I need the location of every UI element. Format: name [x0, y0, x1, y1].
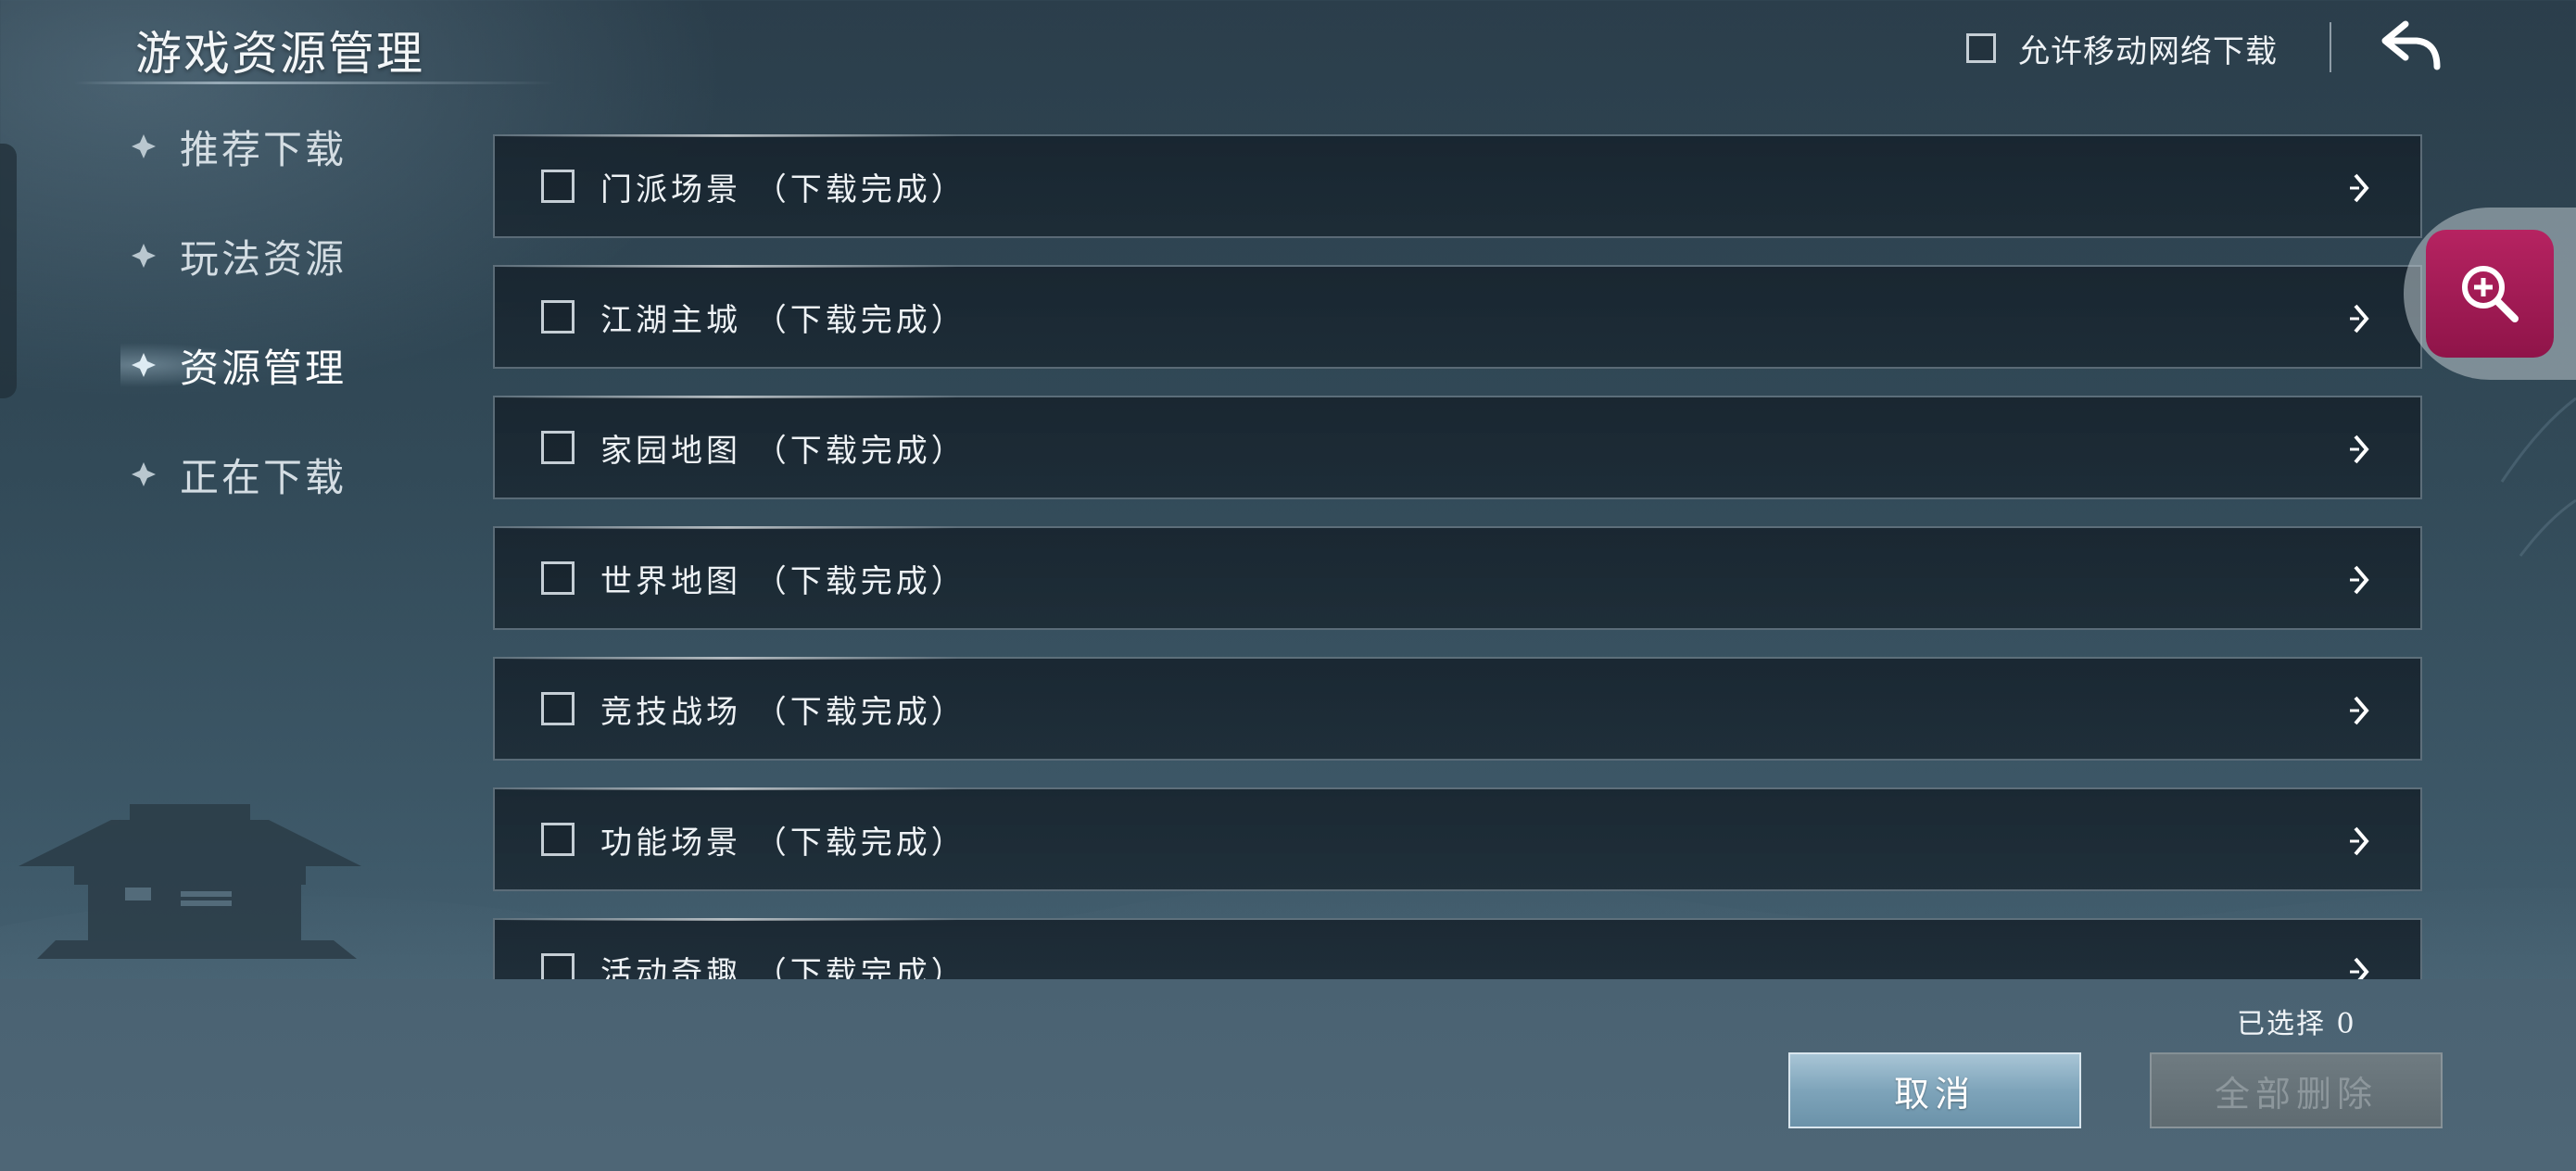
mobile-download-label: 允许移动网络下载	[2018, 32, 2278, 70]
resource-checkbox[interactable]	[541, 692, 575, 725]
diamond-bullet-icon	[132, 353, 156, 377]
resource-checkbox[interactable]	[541, 170, 575, 203]
resource-row-sect-scene[interactable]: 门派场景 （下载完成）	[493, 134, 2422, 238]
zoom-in-icon	[2462, 266, 2519, 322]
resource-label: 活动奇趣 （下载完成）	[600, 954, 966, 980]
chevron-right-icon[interactable]	[2346, 953, 2374, 979]
resource-row-activity[interactable]: 活动奇趣 （下载完成）	[493, 918, 2422, 979]
mobile-download-checkbox[interactable]	[1966, 33, 1996, 63]
resource-row-main-city[interactable]: 江湖主城 （下载完成）	[493, 265, 2422, 369]
sidebar-item-resource-management[interactable]: 资源管理	[120, 337, 436, 393]
resource-label: 世界地图 （下载完成）	[600, 562, 966, 600]
sidebar-item-label: 推荐下载	[180, 126, 347, 172]
back-button[interactable]	[2380, 19, 2444, 76]
selected-count: 已选择 0	[2237, 1008, 2356, 1040]
chevron-right-icon[interactable]	[2346, 170, 2374, 207]
chevron-right-icon[interactable]	[2346, 692, 2374, 729]
resource-row-world-map[interactable]: 世界地图 （下载完成）	[493, 526, 2422, 630]
chevron-right-icon[interactable]	[2346, 823, 2374, 860]
resource-label: 竞技战场 （下载完成）	[600, 693, 966, 731]
chevron-right-icon[interactable]	[2346, 431, 2374, 468]
cancel-button[interactable]: 取消	[1788, 1052, 2081, 1128]
chevron-right-icon[interactable]	[2346, 300, 2374, 337]
resource-label: 门派场景 （下载完成）	[600, 170, 966, 208]
sidebar-item-label: 玩法资源	[180, 235, 347, 282]
header-divider	[2330, 22, 2331, 72]
mobile-download-toggle[interactable]: 允许移动网络下载	[1966, 26, 2278, 70]
zoom-button[interactable]	[2426, 230, 2554, 358]
resource-row-function-scene[interactable]: 功能场景 （下载完成）	[493, 787, 2422, 891]
resource-checkbox[interactable]	[541, 953, 575, 979]
resource-label: 江湖主城 （下载完成）	[600, 301, 966, 339]
resource-row-arena[interactable]: 竞技战场 （下载完成）	[493, 657, 2422, 761]
resource-list[interactable]: 门派场景 （下载完成） 江湖主城 （下载完成） 家园地图 （下载完成） 世界地图…	[493, 134, 2422, 979]
sidebar-item-recommended[interactable]: 推荐下载	[130, 119, 347, 174]
diamond-bullet-icon	[132, 134, 156, 158]
back-arrow-icon	[2381, 20, 2441, 70]
sidebar-item-label: 资源管理	[180, 345, 347, 391]
diamond-bullet-icon	[132, 462, 156, 486]
sidebar-item-gameplay[interactable]: 玩法资源	[130, 228, 347, 283]
resource-checkbox[interactable]	[541, 300, 575, 334]
chevron-right-icon[interactable]	[2346, 561, 2374, 598]
resource-row-home-map[interactable]: 家园地图 （下载完成）	[493, 396, 2422, 499]
resource-label: 功能场景 （下载完成）	[600, 824, 966, 862]
sidebar-item-label: 正在下载	[180, 454, 347, 500]
sidebar-item-downloading[interactable]: 正在下载	[130, 447, 347, 502]
diamond-bullet-icon	[132, 244, 156, 268]
resource-checkbox[interactable]	[541, 823, 575, 856]
resource-checkbox[interactable]	[541, 561, 575, 595]
resource-checkbox[interactable]	[541, 431, 575, 464]
page-title: 游戏资源管理	[135, 27, 424, 81]
side-panel-handle[interactable]	[0, 144, 17, 398]
resource-label: 家园地图 （下载完成）	[600, 432, 966, 470]
title-underline	[74, 82, 556, 84]
delete-all-button[interactable]: 全部删除	[2150, 1052, 2443, 1128]
